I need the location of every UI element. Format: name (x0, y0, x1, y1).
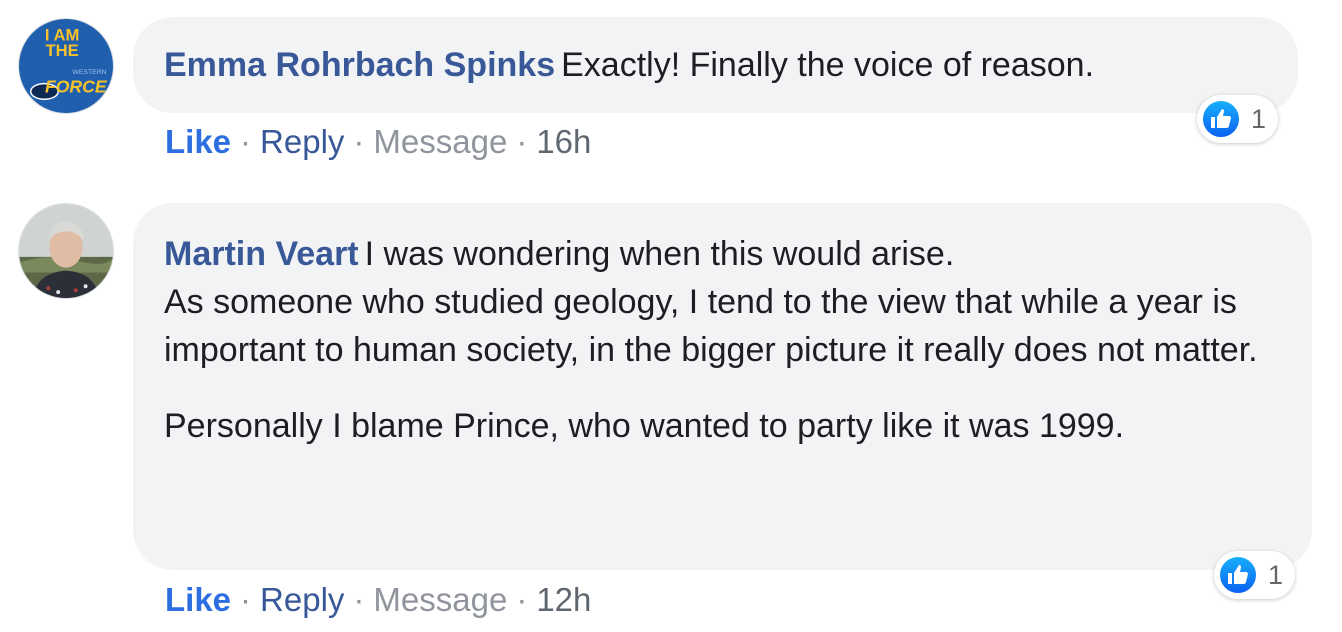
avatar-text-4: FORCE (45, 76, 108, 96)
comment-bubble: Emma Rohrbach Spinks Exactly! Finally the… (133, 17, 1298, 113)
comment-paragraph: Personally I blame Prince, who wanted to… (164, 407, 1125, 445)
avatar-photo (19, 204, 113, 298)
comment-bubble: Martin Veart I was wondering when this wo… (133, 203, 1312, 570)
comment-actions: Like · Reply · Message · 16h (165, 122, 591, 162)
reaction-badge[interactable]: 1 (1197, 95, 1279, 143)
avatar[interactable]: I AM THE WESTERN FORCE (18, 18, 114, 114)
comment-text: Exactly! Finally the voice of reason. (561, 46, 1095, 84)
comment-author[interactable]: Emma Rohrbach Spinks (164, 46, 555, 84)
separator-dot: · (240, 123, 252, 160)
comment-timestamp[interactable]: 16h (536, 123, 591, 160)
comment-timestamp[interactable]: 12h (536, 581, 591, 618)
comment-actions: Like · Reply · Message · 12h (165, 580, 591, 620)
comment-paragraph: Martin Veart I was wondering when this wo… (164, 230, 1282, 374)
thumbs-up-icon (1201, 99, 1241, 139)
separator-dot: · (516, 581, 528, 618)
message-link[interactable]: Message (373, 123, 507, 160)
separator-dot: · (240, 581, 252, 618)
reply-link[interactable]: Reply (260, 581, 344, 618)
separator-dot: · (353, 581, 365, 618)
avatar-text-2: THE (45, 41, 78, 60)
reply-link[interactable]: Reply (260, 123, 344, 160)
reaction-badge[interactable]: 1 (1214, 551, 1296, 599)
avatar-text-3: WESTERN (72, 69, 106, 76)
message-link[interactable]: Message (373, 581, 507, 618)
reaction-count: 1 (1251, 103, 1267, 134)
separator-dot: · (353, 123, 365, 160)
thumbs-up-icon (1218, 555, 1258, 595)
comment-author[interactable]: Martin Veart (164, 235, 359, 273)
avatar[interactable] (18, 203, 114, 299)
like-link[interactable]: Like (165, 123, 231, 160)
like-link[interactable]: Like (165, 581, 231, 618)
avatar-western-force-logo: I AM THE WESTERN FORCE (19, 19, 113, 113)
separator-dot: · (516, 123, 528, 160)
reaction-count: 1 (1268, 559, 1284, 590)
